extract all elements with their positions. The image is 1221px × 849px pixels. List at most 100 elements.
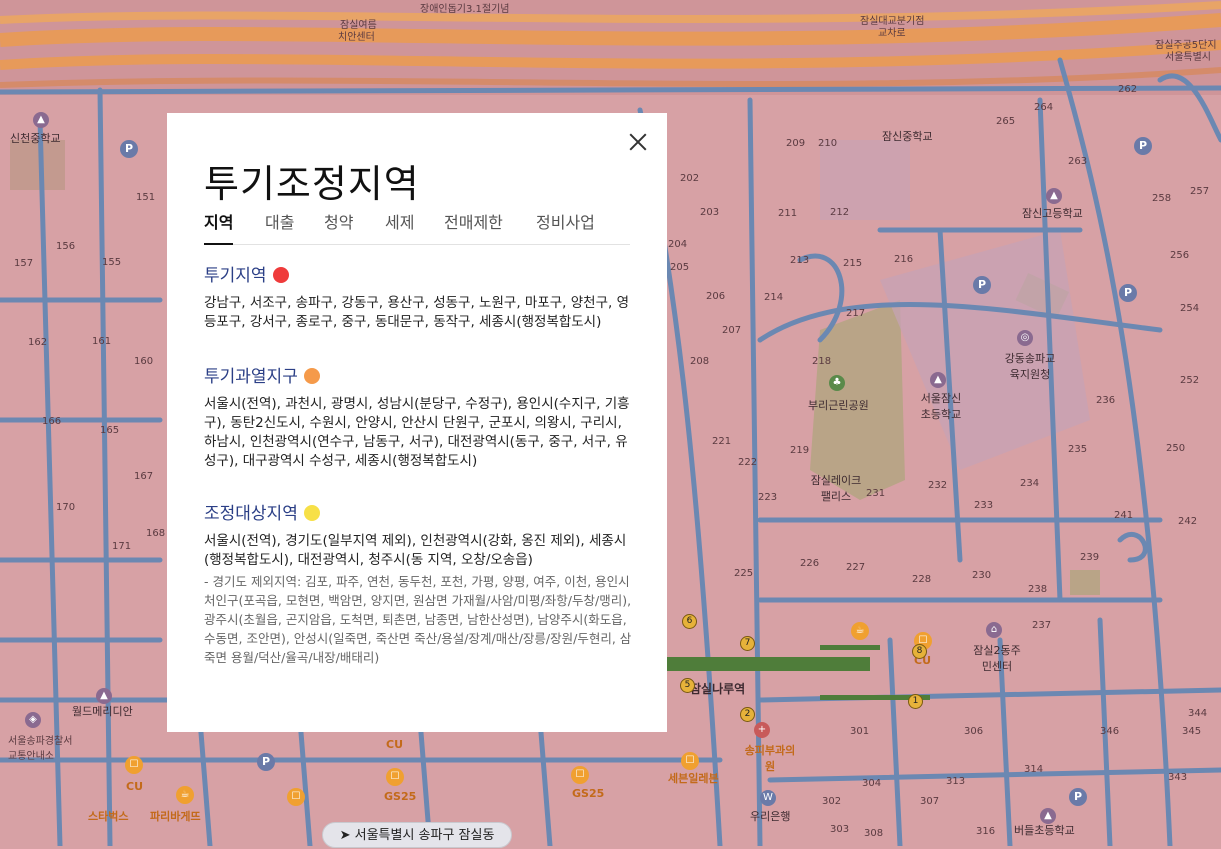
- map-label: 잠실나루역: [690, 682, 746, 696]
- map-label: 장애인돕기3.1절기념: [420, 4, 510, 15]
- current-location-bar[interactable]: ➤ 서울특별시 송파구 잠실동: [322, 822, 512, 848]
- map-label: 303: [830, 824, 850, 835]
- map-label: 209: [786, 138, 806, 149]
- tab-loan[interactable]: 대출: [265, 209, 294, 243]
- tab-resale-limit[interactable]: 전매제한: [444, 209, 503, 243]
- map-label: 203: [700, 207, 720, 218]
- subway-exit-icon[interactable]: 5: [680, 678, 695, 693]
- parking-icon[interactable]: P: [973, 276, 991, 294]
- map-label: 217: [846, 308, 866, 319]
- map-label: 219: [790, 445, 810, 456]
- bakery-icon[interactable]: ☕: [176, 786, 194, 804]
- map-label: 301: [850, 726, 870, 737]
- parking-icon[interactable]: P: [120, 140, 138, 158]
- building-icon[interactable]: ▲: [96, 688, 112, 704]
- map-label: 205: [670, 262, 690, 273]
- yellow-dot-icon: [303, 505, 320, 521]
- bank-icon[interactable]: W: [760, 790, 776, 806]
- map-label: 157: [14, 258, 34, 269]
- map-label: 208: [690, 356, 710, 367]
- hospital-icon[interactable]: +: [754, 722, 770, 738]
- convenience-store-icon[interactable]: ☐: [125, 756, 143, 774]
- map-label: 250: [1166, 443, 1186, 454]
- map-label: 210: [818, 138, 838, 149]
- police-icon[interactable]: ◈: [25, 712, 41, 728]
- map-label: 254: [1180, 303, 1200, 314]
- convenience-store-icon[interactable]: ☐: [386, 768, 404, 786]
- map-label: GS25: [572, 787, 605, 800]
- map-label: 212: [830, 207, 850, 218]
- map-label: 262: [1118, 84, 1138, 95]
- school-icon[interactable]: ▲: [930, 372, 946, 388]
- office-icon[interactable]: ◎: [1017, 330, 1033, 346]
- park-icon[interactable]: ♣: [829, 375, 845, 391]
- map-label: 302: [822, 796, 842, 807]
- map-label: 서울특별시: [1165, 52, 1211, 63]
- map-label: 345: [1182, 726, 1202, 737]
- parking-icon[interactable]: P: [1069, 788, 1087, 806]
- subway-exit-icon[interactable]: 2: [740, 707, 755, 722]
- parking-icon[interactable]: P: [1134, 137, 1152, 155]
- close-icon[interactable]: [627, 131, 649, 153]
- parking-icon[interactable]: P: [1119, 284, 1137, 302]
- cafe-icon[interactable]: ☕: [851, 622, 869, 640]
- map-label: 242: [1178, 516, 1198, 527]
- map-label: 257: [1190, 186, 1210, 197]
- map-label: 252: [1180, 375, 1200, 386]
- map-label: 211: [778, 208, 798, 219]
- map-label: 215: [843, 258, 863, 269]
- convenience-store-icon[interactable]: ☐: [681, 752, 699, 770]
- map-label: 227: [846, 562, 866, 573]
- tab-tax[interactable]: 세제: [385, 209, 414, 243]
- map-label: CU: [126, 780, 144, 793]
- map-label: 168: [146, 528, 166, 539]
- school-icon[interactable]: ▲: [1046, 188, 1062, 204]
- section-note: - 경기도 제외지역: 김포, 파주, 연천, 동두천, 포천, 가평, 양평,…: [204, 574, 632, 665]
- map-label: 스타벅스: [88, 810, 129, 823]
- map-label: 238: [1028, 584, 1048, 595]
- map-label: 잠실레이크팰리스: [810, 474, 862, 503]
- map-label: 155: [102, 257, 122, 268]
- map-label: 304: [862, 778, 882, 789]
- subway-exit-icon[interactable]: 6: [682, 614, 697, 629]
- map-label: 206: [706, 291, 726, 302]
- map-label: 222: [738, 457, 758, 468]
- map-label: 225: [734, 568, 754, 579]
- tab-region[interactable]: 지역: [204, 209, 234, 245]
- map-label: 256: [1170, 250, 1190, 261]
- tab-subscription[interactable]: 청약: [324, 209, 353, 243]
- parking-icon[interactable]: P: [257, 753, 275, 771]
- office-icon[interactable]: ⌂: [986, 622, 1002, 638]
- map-label: GS25: [384, 790, 417, 803]
- convenience-store-icon[interactable]: ☐: [571, 766, 589, 784]
- tab-redevelopment[interactable]: 정비사업: [536, 209, 595, 243]
- map-label: 204: [668, 239, 688, 250]
- map-label: 233: [974, 500, 994, 511]
- store-icon[interactable]: ☐: [287, 788, 305, 806]
- map-label: 232: [928, 480, 948, 491]
- map-label: 236: [1096, 395, 1116, 406]
- tab-bar: 지역 대출 청약 세제 전매제한 정비사업: [204, 209, 630, 245]
- map-label: 송피부과의원: [744, 744, 796, 773]
- section-speculation-area: 투기지역 강남구, 서조구, 송파구, 강동구, 용산구, 성동구, 노원구, …: [204, 261, 632, 332]
- map-label: 165: [100, 425, 120, 436]
- map-label: 잠실2동주민센터: [973, 644, 1021, 673]
- map-label: 314: [1024, 764, 1044, 775]
- map-label: 306: [964, 726, 984, 737]
- map-label: 170: [56, 502, 76, 513]
- orange-dot-icon: [303, 368, 320, 384]
- section-body: 강남구, 서조구, 송파구, 강동구, 용산구, 성동구, 노원구, 마포구, …: [204, 295, 630, 330]
- map-label: 버들초등학교: [1014, 824, 1075, 837]
- section-title-text: 투기지역: [204, 266, 267, 286]
- subway-exit-icon[interactable]: 1: [908, 694, 923, 709]
- map-label: 서울잠신초등학교: [920, 392, 962, 421]
- school-icon[interactable]: ▲: [1040, 808, 1056, 824]
- subway-exit-icon[interactable]: 8: [912, 644, 927, 659]
- regulation-modal: 투기조정지역 지역 대출 청약 세제 전매제한 정비사업 투기지역 강남구, 서…: [167, 113, 667, 732]
- map-label: 167: [134, 471, 154, 482]
- map-label: 307: [920, 796, 940, 807]
- subway-exit-icon[interactable]: 7: [740, 636, 755, 651]
- school-icon[interactable]: ▲: [33, 112, 49, 128]
- map-label: 213: [790, 255, 810, 266]
- map-label: 신천중학교: [10, 132, 61, 145]
